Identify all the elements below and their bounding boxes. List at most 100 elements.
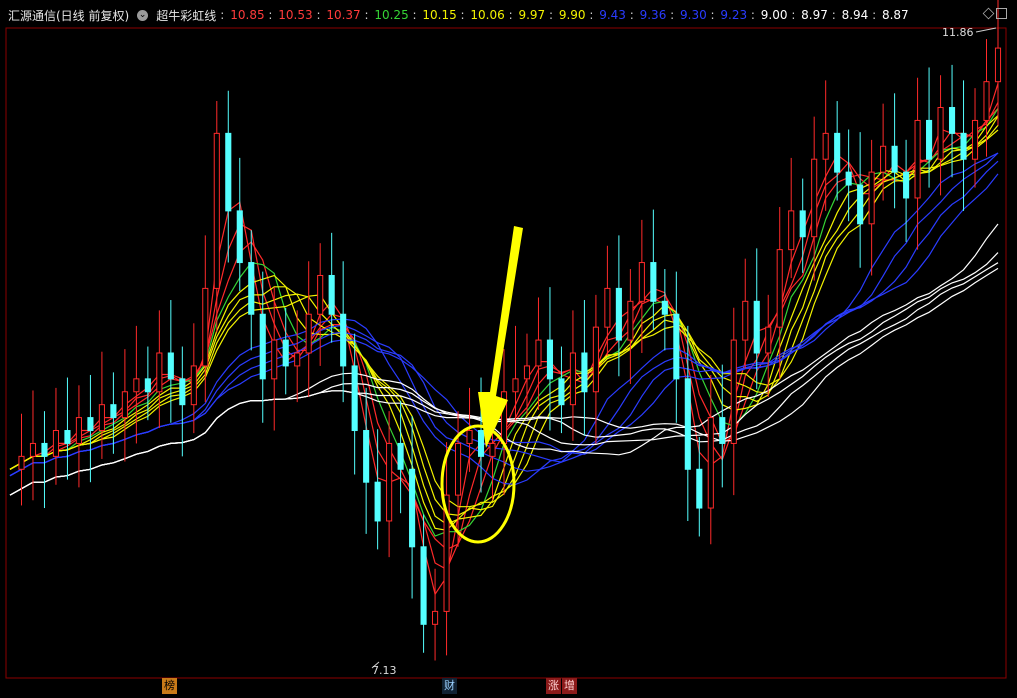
candle-body [684, 378, 691, 470]
candlestick [592, 294, 599, 444]
indicator-legend: 汇源通信(日线 前复权) ⌄ 超牛彩虹线 : 10.85 : 10.53 : 1… [8, 6, 909, 24]
candlestick [868, 139, 875, 276]
legend-separator: : [312, 8, 325, 22]
candlestick [512, 325, 519, 421]
candle-body [420, 546, 427, 625]
legend-separator: : [504, 8, 517, 22]
chart-border [5, 27, 1007, 679]
indicator-toggle-icon[interactable]: ⌄ [137, 9, 149, 21]
candle-body [661, 300, 668, 315]
candle-body [18, 455, 25, 470]
candle-body [788, 210, 795, 251]
candlestick [707, 374, 714, 545]
candle-body [454, 442, 462, 496]
candle-body [719, 417, 726, 444]
candle-body [776, 249, 783, 328]
candlestick [167, 300, 174, 423]
candle-body [627, 300, 634, 341]
candlestick [144, 346, 151, 421]
legend-separator: : [747, 8, 759, 22]
candle-body [213, 132, 220, 289]
candlestick [903, 139, 910, 242]
candle-body [880, 145, 887, 173]
candlestick [409, 416, 416, 599]
candlestick [638, 219, 645, 353]
candle-body [937, 107, 944, 160]
square-icon[interactable] [996, 8, 1007, 19]
candle-body [857, 184, 864, 225]
candle-body [615, 287, 622, 341]
event-tag-increase[interactable]: 增 [562, 678, 577, 694]
candle-body [110, 404, 117, 419]
candle-body [673, 313, 680, 380]
candle-body [248, 262, 255, 315]
candlestick [271, 287, 278, 431]
candle-body [914, 119, 921, 199]
legend-value: 9.90 [558, 8, 586, 22]
candlestick [558, 346, 565, 434]
candle-body [386, 442, 393, 522]
candle-body [466, 430, 473, 444]
diamond-icon[interactable] [982, 7, 995, 20]
legend-separator: : [585, 8, 598, 22]
candle-body [903, 171, 910, 199]
event-tag-finance[interactable]: 财 [442, 678, 457, 694]
price-chart[interactable] [0, 0, 1017, 698]
candle-body [121, 391, 128, 419]
candle-body [87, 417, 94, 432]
candle-body [971, 119, 979, 160]
candle-body [799, 210, 806, 238]
stock-title[interactable]: 汇源通信(日线 前复权) [8, 7, 129, 24]
candle-body [489, 442, 496, 457]
candlestick [363, 387, 370, 534]
event-tag-rise[interactable]: 涨 [546, 678, 561, 694]
candlestick [110, 372, 117, 454]
candlestick [121, 349, 128, 462]
candlestick [248, 230, 255, 351]
candlestick [41, 411, 48, 509]
candle-body [98, 404, 105, 432]
candlestick [581, 300, 588, 436]
candle-body [546, 339, 554, 380]
candlestick [960, 80, 967, 211]
candlestick [236, 157, 243, 291]
candle-body [868, 171, 875, 225]
candle-body [409, 468, 416, 548]
candle-body [133, 378, 140, 393]
candlestick [52, 387, 60, 485]
highlight-arrow [478, 226, 523, 448]
candlestick [294, 310, 301, 403]
candlestick [822, 80, 829, 211]
legend-value: 9.43 [599, 8, 626, 22]
candle-body [650, 262, 657, 302]
legend-separator: : [706, 8, 719, 22]
candle-body [397, 442, 404, 470]
candle-body [271, 339, 278, 380]
candlestick [535, 297, 542, 410]
low-price-label: 7.13 [372, 664, 397, 677]
candle-body [730, 339, 737, 444]
candle-body [707, 417, 714, 509]
candle-body [535, 339, 542, 367]
chart-window: 汇源通信(日线 前复权) ⌄ 超牛彩虹线 : 10.85 : 10.53 : 1… [0, 0, 1017, 698]
candle-body [144, 378, 151, 393]
legend-value: 9.97 [518, 8, 546, 22]
candle-body [569, 352, 576, 406]
candle-body [64, 430, 71, 444]
legend-value: 10.15 [422, 8, 457, 22]
candlestick [432, 568, 439, 661]
legend-separator: : [827, 8, 840, 22]
candlestick [317, 243, 324, 366]
candle-body [259, 313, 266, 380]
candle-body [52, 430, 60, 457]
legend-value: 8.87 [881, 8, 909, 22]
candlestick [156, 310, 163, 428]
legend-value: 9.00 [760, 8, 788, 22]
indicator-name[interactable]: 超牛彩虹线 [156, 7, 216, 24]
legend-value: 9.36 [639, 8, 667, 22]
candle-body [811, 158, 818, 238]
candle-body [696, 468, 703, 509]
candlestick [386, 411, 393, 558]
event-tag-rank[interactable]: 榜 [162, 678, 177, 694]
candlestick [546, 287, 554, 431]
